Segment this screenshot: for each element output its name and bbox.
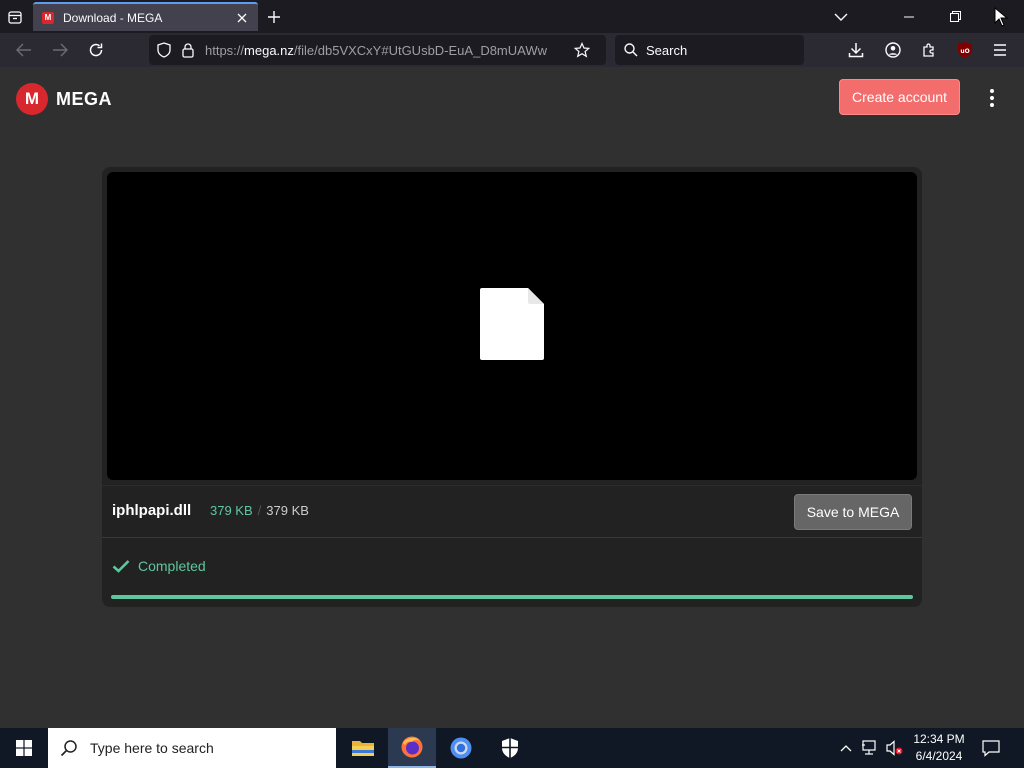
url-bar[interactable]: https://mega.nz/file/db5VXCxY#UtGUsbD-Eu… [149, 35, 606, 65]
save-to-mega-button[interactable]: Save to MEGA [794, 494, 912, 530]
taskbar-clock[interactable]: 12:34 PM 6/4/2024 [906, 731, 972, 765]
more-options-kebab-icon[interactable] [984, 89, 1000, 107]
windows-start-icon[interactable] [0, 728, 48, 768]
taskbar-search-icon [60, 739, 78, 757]
windows-taskbar: Type here to search 12:34 PM 6/4/2024 [0, 728, 1024, 768]
ublock-origin-icon[interactable]: uO [954, 39, 976, 61]
tracking-protection-shield-icon[interactable] [155, 41, 173, 59]
url-scheme: https:// [205, 42, 245, 58]
search-bar[interactable]: Search [615, 35, 804, 65]
close-tab-icon[interactable] [234, 10, 250, 26]
app-menu-hamburger-icon[interactable] [989, 39, 1011, 61]
list-all-tabs-icon[interactable] [5, 7, 25, 27]
generic-file-icon [480, 287, 544, 365]
create-account-button[interactable]: Create account [839, 79, 960, 115]
action-center-notifications-icon[interactable] [978, 728, 1004, 768]
mega-page: M MEGA Create account iphlpapi.dll 379 K… [0, 67, 1024, 728]
reload-icon[interactable] [84, 39, 108, 61]
minimize-window-icon[interactable] [886, 0, 932, 33]
download-status: Completed [112, 558, 206, 574]
show-hidden-icons-chevron-icon[interactable] [836, 728, 856, 768]
url-path: /file/db5VXCxY#UtGUsbD-EuA_D8mUAWw [293, 42, 547, 58]
back-arrow-icon[interactable] [12, 39, 36, 61]
mega-favicon-icon: M [42, 11, 54, 24]
download-progress-fill [111, 595, 913, 599]
clock-date: 6/4/2024 [915, 749, 963, 763]
tab-title: Download - MEGA [63, 10, 163, 25]
taskbar-search-box[interactable]: Type here to search [48, 728, 336, 768]
downloaded-size: 379 KB [210, 503, 253, 518]
lock-icon[interactable] [179, 41, 197, 59]
bookmark-star-icon[interactable] [573, 41, 591, 59]
file-explorer-taskbar-icon[interactable] [339, 728, 387, 768]
network-icon[interactable] [860, 728, 882, 768]
firefox-taskbar-icon[interactable] [388, 728, 436, 768]
chrome-taskbar-icon[interactable] [437, 728, 485, 768]
browser-nav-bar: https://mega.nz/file/db5VXCxY#UtGUsbD-Eu… [0, 33, 1024, 67]
windows-security-taskbar-icon[interactable] [486, 728, 534, 768]
download-status-row: Completed [102, 537, 922, 607]
tabs-dropdown-chevron-icon[interactable] [832, 8, 850, 26]
clock-time: 12:34 PM [913, 732, 965, 746]
taskbar-search-placeholder: Type here to search [90, 740, 214, 756]
volume-muted-icon[interactable] [884, 728, 906, 768]
account-icon[interactable] [882, 39, 904, 61]
url-host: mega.nz [244, 42, 294, 58]
close-window-icon[interactable] [978, 0, 1024, 33]
file-name: iphlpapi.dll [112, 502, 192, 519]
ublock-badge-text: uO [960, 48, 969, 55]
browser-tab-strip: M Download - MEGA [0, 0, 1024, 33]
file-info-row: iphlpapi.dll 379 KB / 379 KB Save to MEGA [102, 485, 922, 537]
file-preview-area [107, 172, 917, 480]
tab-download-mega[interactable]: M Download - MEGA [33, 2, 258, 31]
new-tab-icon[interactable] [264, 7, 284, 27]
search-placeholder: Search [646, 42, 688, 58]
mega-logo[interactable]: M MEGA [16, 83, 112, 115]
file-size: 379 KB / 379 KB [210, 503, 309, 518]
total-size: 379 KB [266, 503, 309, 518]
mega-wordmark: MEGA [56, 88, 112, 109]
restore-window-icon[interactable] [932, 0, 978, 33]
download-progress-bar [111, 595, 913, 599]
url-text[interactable]: https://mega.nz/file/db5VXCxY#UtGUsbD-Eu… [205, 43, 567, 58]
downloads-icon[interactable] [845, 39, 867, 61]
extensions-puzzle-icon[interactable] [918, 39, 940, 61]
size-separator: / [257, 503, 262, 518]
mega-logo-badge: M [16, 83, 48, 115]
file-download-card: iphlpapi.dll 379 KB/379 KB Save to MEGA … [102, 167, 922, 607]
search-icon [624, 43, 638, 57]
forward-arrow-icon[interactable] [48, 39, 72, 61]
check-icon [112, 559, 130, 573]
status-text: Completed [138, 558, 206, 574]
